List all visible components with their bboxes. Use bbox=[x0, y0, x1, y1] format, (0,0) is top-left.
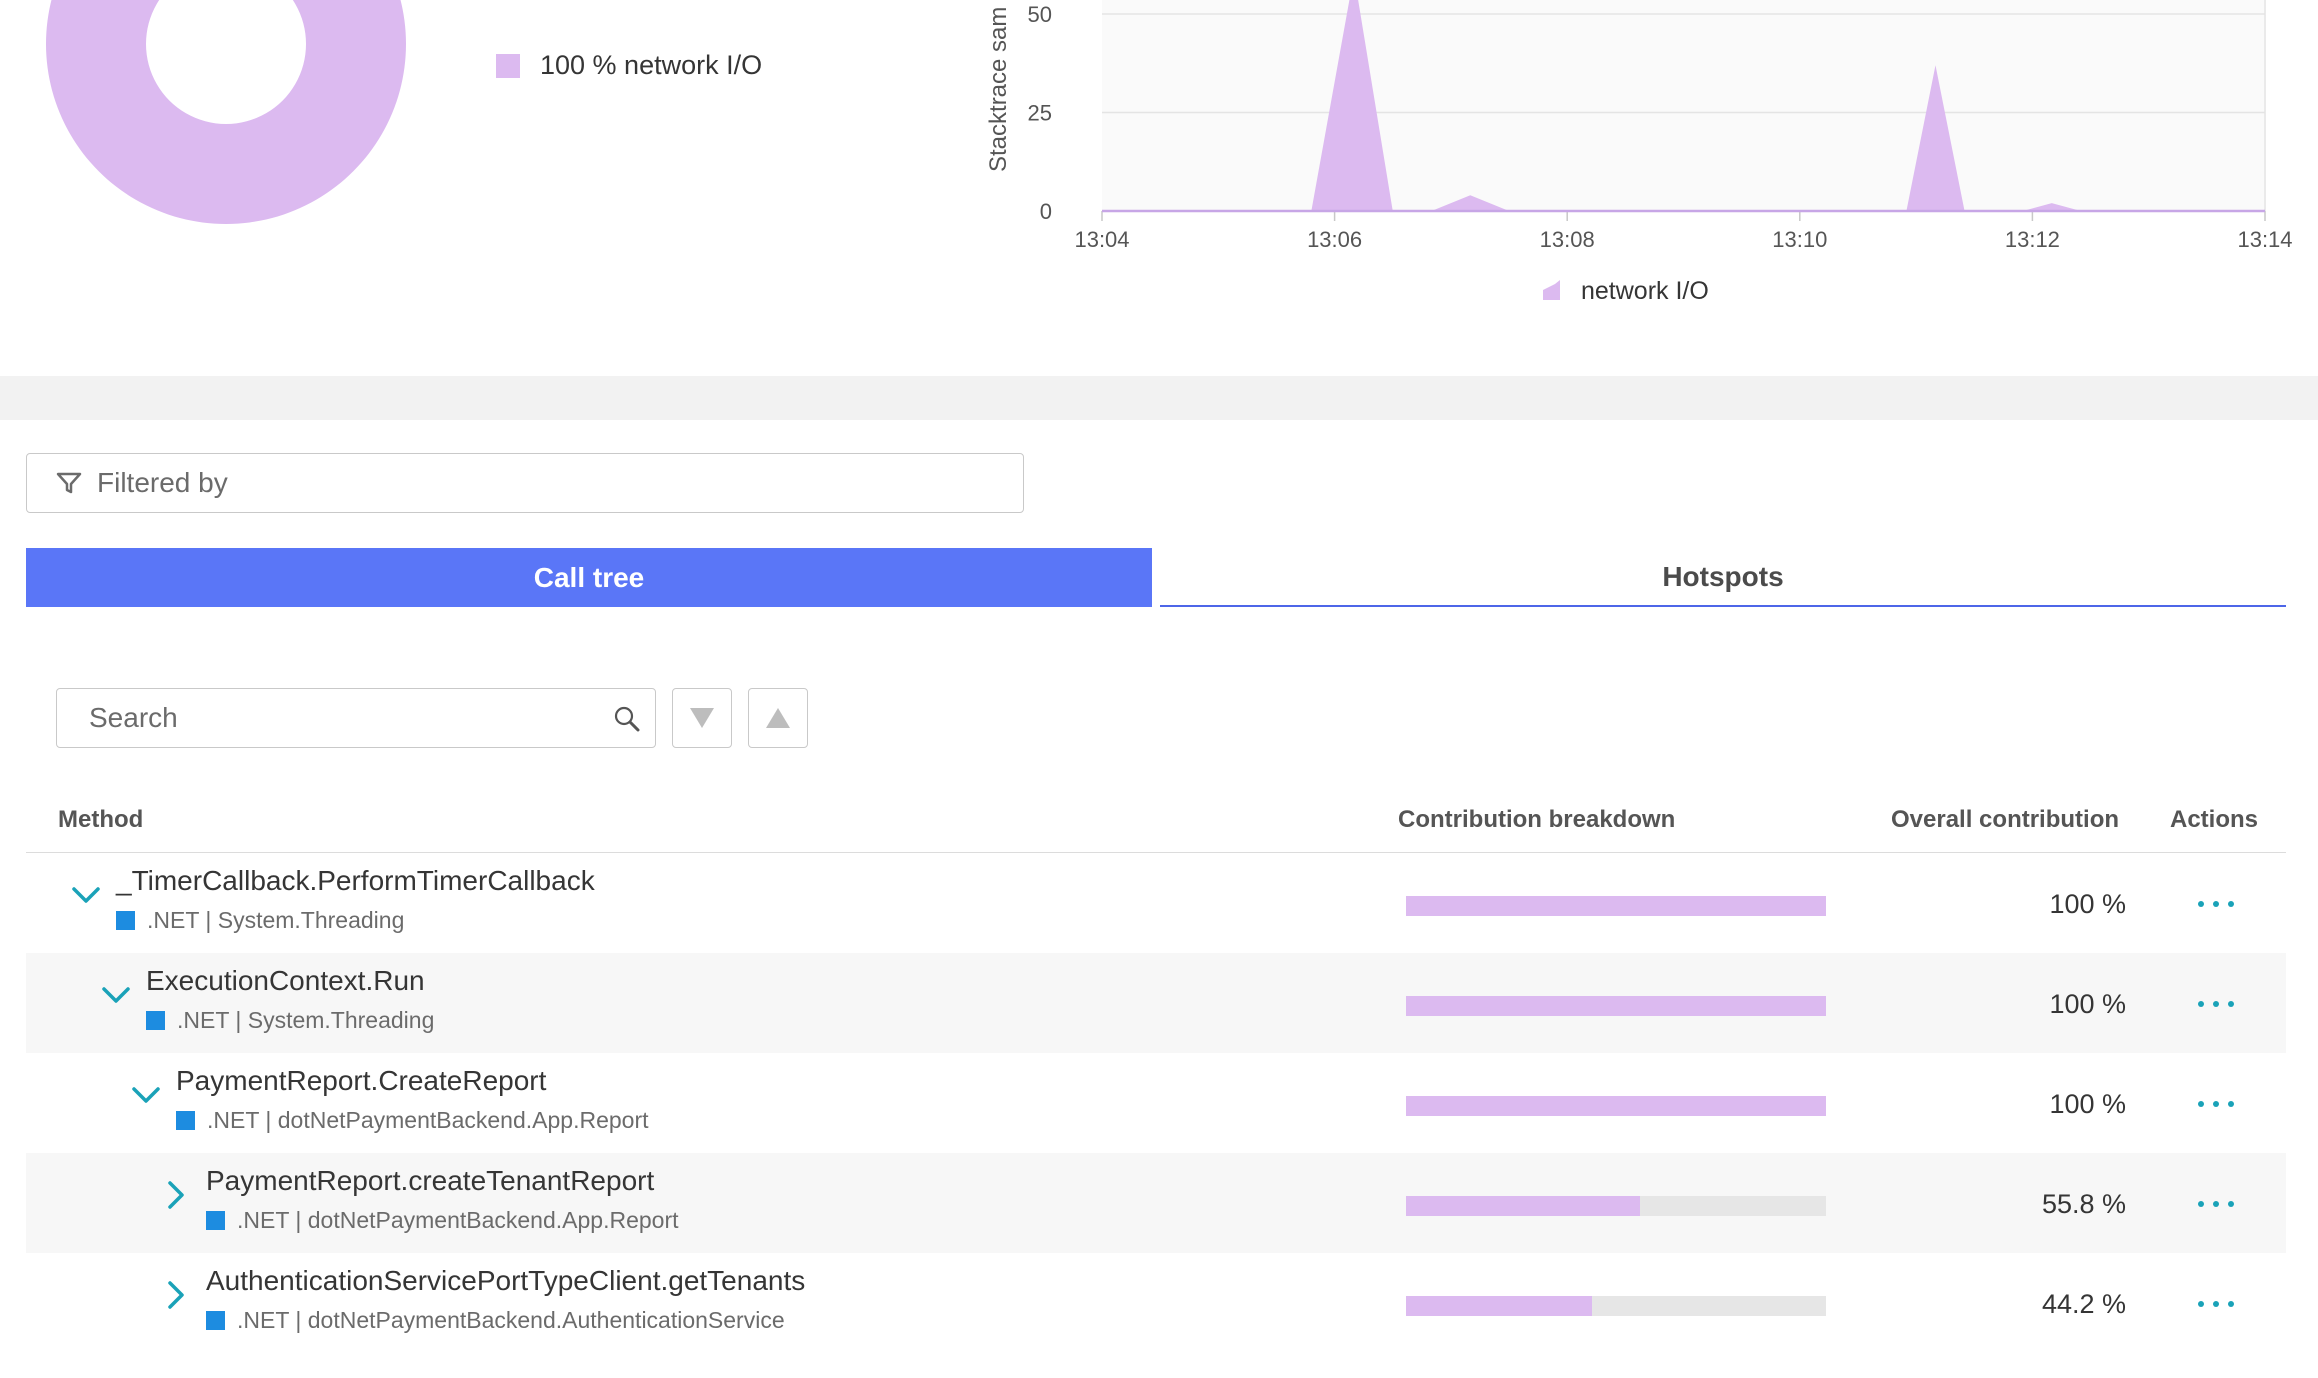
table-row[interactable]: PaymentReport.CreateReport .NET | dotNet… bbox=[26, 1053, 2286, 1153]
contribution-bar-fill bbox=[1406, 1296, 1592, 1316]
donut-slice-network-io[interactable] bbox=[46, 0, 406, 224]
grid-layer bbox=[1102, 0, 2266, 212]
donut-chart bbox=[46, 0, 406, 224]
contribution-bar-fill bbox=[1406, 896, 1826, 916]
table-header: Method Contribution breakdown Overall co… bbox=[26, 800, 2286, 853]
more-actions-icon[interactable] bbox=[2198, 1189, 2234, 1219]
dotnet-icon bbox=[116, 911, 135, 930]
method-technology-label: .NET | dotNetPaymentBackend.App.Report bbox=[237, 1207, 679, 1233]
method-technology: .NET | System.Threading bbox=[116, 907, 404, 934]
search-input[interactable] bbox=[87, 701, 591, 735]
area-legend-icon bbox=[1543, 280, 1560, 300]
chevron-right-icon[interactable] bbox=[156, 1275, 196, 1315]
x-tick-label: 13:14 bbox=[2237, 227, 2292, 252]
overall-contribution: 100 % bbox=[2049, 989, 2126, 1019]
method-name[interactable]: AuthenticationServicePortTypeClient.getT… bbox=[206, 1265, 805, 1297]
donut-legend: 100 % network I/O bbox=[496, 50, 762, 81]
overall-contribution: 100 % bbox=[2049, 1089, 2126, 1119]
dotnet-icon bbox=[176, 1111, 195, 1130]
method-name[interactable]: PaymentReport.createTenantReport bbox=[206, 1165, 654, 1197]
method-technology: .NET | System.Threading bbox=[146, 1007, 434, 1034]
method-name[interactable]: ExecutionContext.Run bbox=[146, 965, 425, 997]
contribution-bar-fill bbox=[1406, 1196, 1641, 1216]
y-tick-label: 25 bbox=[1028, 101, 1052, 126]
chevron-right-icon[interactable] bbox=[156, 1175, 196, 1215]
triangle-down-icon bbox=[690, 708, 714, 728]
contribution-bar-fill bbox=[1406, 1096, 1826, 1116]
chevron-down-icon[interactable] bbox=[66, 875, 106, 915]
previous-match-button[interactable] bbox=[748, 688, 808, 748]
dotnet-icon bbox=[206, 1211, 225, 1230]
legend-swatch bbox=[496, 53, 520, 78]
method-technology-label: .NET | dotNetPaymentBackend.App.Report bbox=[207, 1107, 649, 1133]
search-field[interactable] bbox=[56, 688, 656, 748]
donut-legend-label: 100 % network I/O bbox=[540, 50, 763, 80]
method-technology-label: .NET | System.Threading bbox=[177, 1007, 435, 1033]
plot-background bbox=[1102, 0, 2265, 211]
filter-bar[interactable]: Filtered by bbox=[26, 453, 1024, 513]
method-technology-label: .NET | dotNetPaymentBackend.Authenticati… bbox=[237, 1307, 785, 1333]
dotnet-icon bbox=[206, 1311, 225, 1330]
method-name[interactable]: _TimerCallback.PerformTimerCallback bbox=[116, 865, 595, 897]
contribution-bar bbox=[1406, 896, 1826, 916]
method-technology: .NET | dotNetPaymentBackend.Authenticati… bbox=[206, 1307, 785, 1334]
x-tick-label: 13:08 bbox=[1540, 227, 1595, 252]
column-header-method[interactable]: Method bbox=[58, 806, 143, 834]
contribution-bar bbox=[1406, 1296, 1826, 1316]
triangle-up-icon bbox=[766, 708, 790, 728]
area-legend-label: network I/O bbox=[1581, 277, 1709, 305]
x-tick-label: 13:12 bbox=[2005, 227, 2060, 252]
area-legend: network I/O bbox=[1543, 277, 1709, 305]
x-tick-label: 13:10 bbox=[1772, 227, 1827, 252]
dotnet-icon bbox=[146, 1011, 165, 1030]
search-icon[interactable] bbox=[613, 705, 641, 733]
table-row[interactable]: AuthenticationServicePortTypeClient.getT… bbox=[26, 1253, 2286, 1353]
area-chart: Stacktrace sam 0 25 50 13:04 13:06 13:08 13:10… bbox=[985, 0, 2293, 305]
x-tick-label: 13:06 bbox=[1307, 227, 1362, 252]
table-row[interactable]: _TimerCallback.PerformTimerCallback .NET… bbox=[26, 853, 2286, 953]
method-name[interactable]: PaymentReport.CreateReport bbox=[176, 1065, 546, 1097]
x-tick-label: 13:04 bbox=[1074, 227, 1129, 252]
tab-hotspots[interactable]: Hotspots bbox=[1160, 548, 2286, 607]
overall-contribution: 44.2 % bbox=[2041, 1289, 2126, 1319]
method-technology: .NET | dotNetPaymentBackend.App.Report bbox=[176, 1107, 649, 1134]
method-technology-label: .NET | System.Threading bbox=[147, 907, 405, 933]
chart-panel: 100 % network I/O Stacktrace sam 0 25 50 13… bbox=[0, 0, 2318, 376]
funnel-icon bbox=[56, 472, 82, 494]
chevron-down-icon[interactable] bbox=[126, 1075, 166, 1115]
chevron-down-icon[interactable] bbox=[96, 975, 136, 1015]
more-actions-icon[interactable] bbox=[2198, 1289, 2234, 1319]
column-header-contribution[interactable]: Contribution breakdown bbox=[1398, 806, 1675, 834]
table-row[interactable]: ExecutionContext.Run .NET | System.Threa… bbox=[26, 953, 2286, 1053]
overall-contribution: 55.8 % bbox=[2041, 1189, 2126, 1219]
y-tick-label: 0 bbox=[1040, 199, 1052, 224]
method-technology: .NET | dotNetPaymentBackend.App.Report bbox=[206, 1207, 679, 1234]
section-divider bbox=[0, 376, 2318, 420]
overall-contribution: 100 % bbox=[2049, 889, 2126, 919]
more-actions-icon[interactable] bbox=[2198, 889, 2234, 919]
contribution-bar bbox=[1406, 996, 1826, 1016]
next-match-button[interactable] bbox=[672, 688, 732, 748]
contribution-bar-fill bbox=[1406, 996, 1826, 1016]
column-header-actions: Actions bbox=[2170, 806, 2259, 833]
table-row[interactable]: PaymentReport.createTenantReport .NET | … bbox=[26, 1153, 2286, 1253]
y-tick-label: 50 bbox=[1028, 2, 1052, 27]
more-actions-icon[interactable] bbox=[2198, 989, 2234, 1019]
contribution-bar bbox=[1406, 1096, 1826, 1116]
y-axis-label: Stacktrace sam bbox=[985, 7, 1012, 172]
column-header-overall[interactable]: Overall contribution bbox=[1891, 806, 2119, 834]
tab-call-tree[interactable]: Call tree bbox=[26, 548, 1152, 607]
filter-label: Filtered by bbox=[97, 467, 228, 498]
more-actions-icon[interactable] bbox=[2198, 1089, 2234, 1119]
contribution-bar bbox=[1406, 1196, 1826, 1216]
